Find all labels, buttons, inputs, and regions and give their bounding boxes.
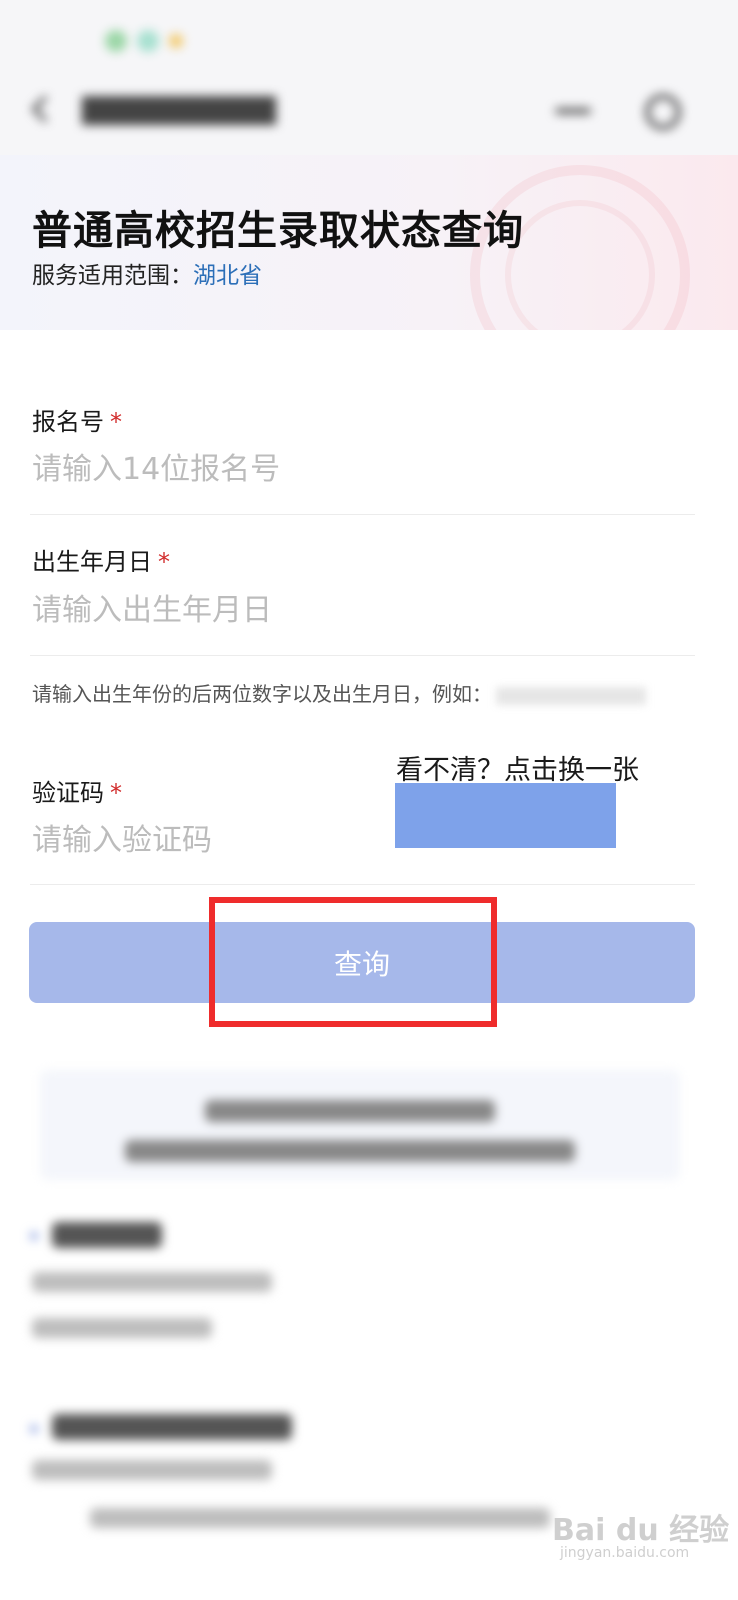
section-line <box>32 1318 212 1338</box>
registration-number-label-text: 报名号 <box>32 408 104 436</box>
section-heading <box>52 1414 292 1440</box>
birthdate-hint: 请输入出生年份的后两位数字以及出生月日，例如： <box>32 678 646 707</box>
app-icon <box>137 30 159 52</box>
notice-line <box>205 1100 495 1122</box>
status-icons-left <box>95 30 183 52</box>
query-button[interactable]: 查询 <box>29 922 695 1003</box>
baidu-watermark-url: jingyan.baidu.com <box>560 1545 690 1561</box>
registration-number-label: 报名号 * <box>32 402 122 437</box>
captcha-refresh-link[interactable]: 看不清？点击换一张 <box>396 748 639 787</box>
section-line <box>32 1272 272 1292</box>
registration-number-input[interactable] <box>32 447 632 491</box>
notice-card[interactable] <box>40 1070 680 1180</box>
captcha-input[interactable] <box>32 818 372 862</box>
section-line <box>32 1460 272 1480</box>
required-mark: * <box>110 408 122 436</box>
nav-title: ▇▇▇▇▇▇▇▇▇ <box>82 92 276 125</box>
captcha-label: 验证码 * <box>32 773 122 808</box>
more-icon[interactable] <box>555 108 591 114</box>
blurred-example <box>496 686 646 705</box>
status-bar <box>0 0 738 80</box>
captcha-label-text: 验证码 <box>32 779 104 807</box>
birthdate-hint-text: 请输入出生年份的后两位数字以及出生月日，例如： <box>32 682 492 706</box>
app-icon <box>105 30 127 52</box>
divider <box>30 514 695 515</box>
back-arrow-icon[interactable] <box>26 94 56 124</box>
section-heading <box>52 1222 162 1248</box>
service-scope: 服务适用范围：湖北省 <box>32 256 262 290</box>
birthdate-label: 出生年月日 * <box>32 542 170 577</box>
section-bullet <box>30 1425 38 1433</box>
birthdate-label-text: 出生年月日 <box>32 548 152 576</box>
captcha-image[interactable] <box>395 783 616 848</box>
section-bullet <box>30 1232 38 1240</box>
service-scope-value: 湖北省 <box>193 263 262 289</box>
service-scope-label: 服务适用范围： <box>32 263 193 289</box>
notice-line <box>125 1140 575 1162</box>
baidu-watermark: Bai du 经验 <box>552 1513 730 1548</box>
divider <box>30 884 695 885</box>
app-icon <box>169 34 183 48</box>
page-title: 普通高校招生录取状态查询 <box>32 208 524 254</box>
birthdate-input[interactable] <box>32 588 632 632</box>
close-icon[interactable] <box>645 94 681 130</box>
section-line <box>90 1508 550 1528</box>
divider <box>30 655 695 656</box>
required-mark: * <box>158 548 170 576</box>
required-mark: * <box>110 779 122 807</box>
